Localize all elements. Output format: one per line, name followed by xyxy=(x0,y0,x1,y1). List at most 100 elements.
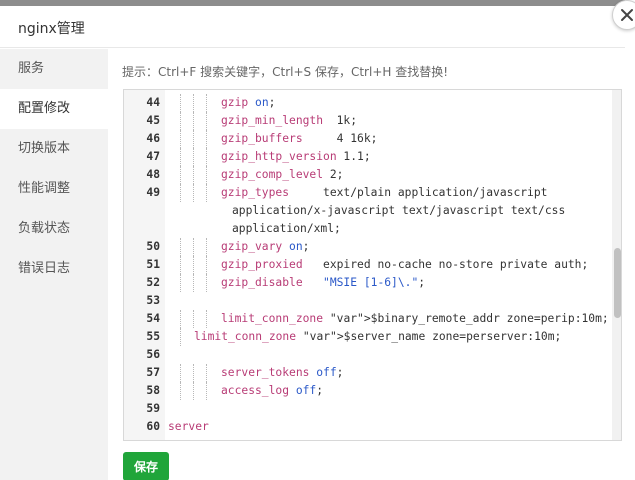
sidebar-item-service[interactable]: 服务 xyxy=(0,49,108,89)
line-number: 59 xyxy=(146,402,160,415)
code-line: 50 gzip_vary on; xyxy=(124,238,610,256)
indent-guide xyxy=(193,94,194,112)
indent-guide xyxy=(206,274,207,292)
indent-guide xyxy=(206,166,207,184)
indent-guide xyxy=(180,310,181,328)
indent-guide xyxy=(206,364,207,382)
line-number: 55 xyxy=(146,330,160,343)
indent-guide xyxy=(193,364,194,382)
code-text: gzip_proxied expired no-cache no-store p… xyxy=(221,258,589,271)
editor-hint: 提示：Ctrl+F 搜索关键字，Ctrl+S 保存，Ctrl+H 查找替换! xyxy=(122,65,449,79)
indent-guide xyxy=(206,130,207,148)
line-number: 56 xyxy=(146,348,160,361)
line-number: 47 xyxy=(146,150,160,163)
line-number: 51 xyxy=(146,258,160,271)
code-text: application/xml; xyxy=(232,222,341,235)
indent-guide xyxy=(180,238,181,256)
indent-guide xyxy=(193,274,194,292)
line-number: 45 xyxy=(146,114,160,127)
indent-guide xyxy=(193,238,194,256)
sidebar: 服务 配置修改 切换版本 性能调整 负载状态 错误日志 xyxy=(0,49,108,480)
code-line: 48 gzip_comp_level 2; xyxy=(124,166,610,184)
indent-guide xyxy=(193,166,194,184)
save-button[interactable]: 保存 xyxy=(123,452,169,480)
indent-guide xyxy=(180,94,181,112)
indent-guide xyxy=(193,184,194,202)
line-number: 46 xyxy=(146,132,160,145)
code-line: 44 gzip on; xyxy=(124,94,610,112)
line-number: 52 xyxy=(146,276,160,289)
indent-guide xyxy=(180,166,181,184)
line-number: 53 xyxy=(146,294,160,307)
code-text: gzip_min_length 1k; xyxy=(221,114,358,127)
code-line: 47 gzip_http_version 1.1; xyxy=(124,148,610,166)
code-text: gzip_vary on; xyxy=(221,240,310,253)
code-text: gzip_disable "MSIE [1-6]\."; xyxy=(221,276,426,289)
indent-guide xyxy=(206,238,207,256)
indent-guide xyxy=(180,130,181,148)
code-line: 51 gzip_proxied expired no-cache no-store… xyxy=(124,256,610,274)
code-line: 52 gzip_disable "MSIE [1-6]\."; xyxy=(124,274,610,292)
sidebar-item-config-edit[interactable]: 配置修改 xyxy=(0,89,108,129)
indent-guide xyxy=(193,256,194,274)
line-number: 60 xyxy=(146,420,160,433)
code-line: 54 limit_conn_zone "var">$binary_remote_a… xyxy=(124,310,610,328)
code-line: 57 server_tokens off; xyxy=(124,364,610,382)
indent-guide xyxy=(206,256,207,274)
dialog-title: nginx管理 xyxy=(18,21,85,37)
sidebar-item-error-log[interactable]: 错误日志 xyxy=(0,249,108,289)
code-line: 56 xyxy=(124,346,610,364)
code-text: gzip on; xyxy=(221,96,276,109)
indent-guide xyxy=(180,256,181,274)
indent-guide xyxy=(180,382,181,400)
scrollbar-thumb[interactable] xyxy=(614,248,621,318)
indent-guide xyxy=(180,328,181,346)
code-text: server_tokens off; xyxy=(221,366,344,379)
indent-guide xyxy=(193,130,194,148)
indent-guide xyxy=(180,274,181,292)
code-text: access_log off; xyxy=(221,384,324,397)
close-icon xyxy=(621,9,633,21)
sidebar-item-switch-version[interactable]: 切换版本 xyxy=(0,129,108,169)
code-text: limit_conn_zone "var">$binary_remote_add… xyxy=(221,312,609,325)
sidebar-item-load-status[interactable]: 负载状态 xyxy=(0,209,108,249)
code-text: application/x-javascript text/javascript… xyxy=(232,204,566,217)
indent-guide xyxy=(180,184,181,202)
indent-guide xyxy=(180,364,181,382)
line-number: 49 xyxy=(146,186,160,199)
sidebar-item-performance[interactable]: 性能调整 xyxy=(0,169,108,209)
code-line: 55 limit_conn_zone "var">$server_name zon… xyxy=(124,328,610,346)
code-line: 60 server xyxy=(124,418,610,436)
indent-guide xyxy=(206,148,207,166)
code-line: application/x-javascript text/javascript… xyxy=(124,202,610,220)
indent-guide xyxy=(206,184,207,202)
indent-guide xyxy=(180,148,181,166)
line-number: 50 xyxy=(146,240,160,253)
line-number: 54 xyxy=(146,312,160,325)
code-line: 49 gzip_types text/plain application/java… xyxy=(124,184,610,202)
indent-guide xyxy=(206,310,207,328)
nginx-dialog: nginx管理 服务 配置修改 切换版本 性能调整 负载状态 错误日志 提示：C… xyxy=(0,6,625,480)
code-text: gzip_types text/plain application/javasc… xyxy=(221,186,548,199)
code-text: gzip_comp_level 2; xyxy=(221,168,344,181)
editor-scrollbar[interactable] xyxy=(612,90,621,440)
code-editor[interactable]: 44 gzip on; 45 gzip_min_length 1k; 46 gzip_bu… xyxy=(123,89,622,441)
code-line: 53 xyxy=(124,292,610,310)
line-number: 58 xyxy=(146,384,160,397)
indent-guide xyxy=(193,112,194,130)
indent-guide xyxy=(193,382,194,400)
code-line: 58 access_log off; xyxy=(124,382,610,400)
code-text: gzip_buffers 4 16k; xyxy=(221,132,378,145)
indent-guide xyxy=(193,310,194,328)
line-number: 57 xyxy=(146,366,160,379)
code-line: 45 gzip_min_length 1k; xyxy=(124,112,610,130)
indent-guide xyxy=(206,94,207,112)
line-number: 44 xyxy=(146,96,160,109)
indent-guide xyxy=(206,112,207,130)
code-line: 46 gzip_buffers 4 16k; xyxy=(124,130,610,148)
code-text: limit_conn_zone "var">$server_name zone=… xyxy=(194,330,562,343)
dialog-title-bar[interactable]: nginx管理 xyxy=(0,6,625,48)
line-number: 48 xyxy=(146,168,160,181)
close-button[interactable] xyxy=(612,0,635,30)
indent-guide xyxy=(180,112,181,130)
